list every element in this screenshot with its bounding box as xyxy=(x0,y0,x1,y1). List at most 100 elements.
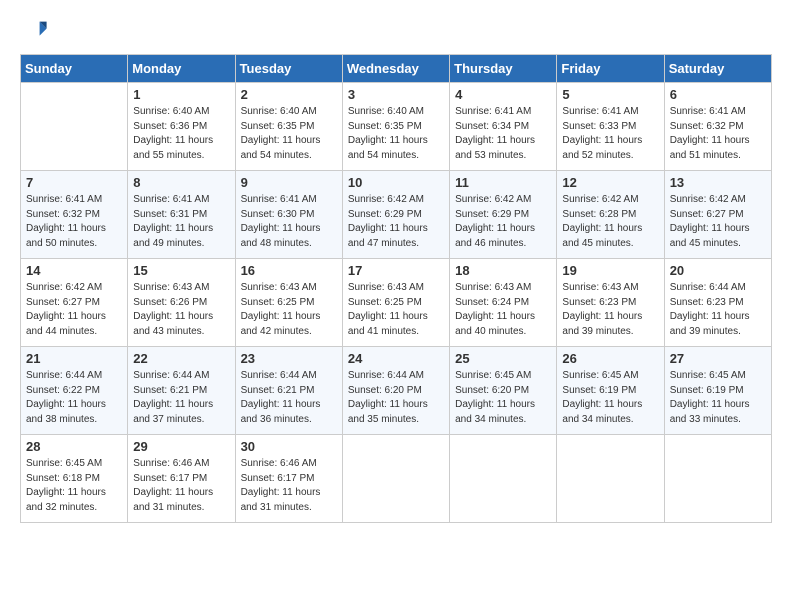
calendar-cell: 23 Sunrise: 6:44 AM Sunset: 6:21 PM Dayli… xyxy=(235,347,342,435)
day-info: Sunrise: 6:46 AM Sunset: 6:17 PM Dayligh… xyxy=(241,457,337,515)
calendar-cell: 26 Sunrise: 6:45 AM Sunset: 6:19 PM Dayli… xyxy=(557,347,664,435)
day-number: 21 xyxy=(26,351,122,366)
calendar-cell xyxy=(342,435,449,523)
calendar-cell xyxy=(450,435,557,523)
day-info: Sunrise: 6:42 AM Sunset: 6:28 PM Dayligh… xyxy=(562,193,658,251)
day-info: Sunrise: 6:44 AM Sunset: 6:20 PM Dayligh… xyxy=(348,369,444,427)
day-info: Sunrise: 6:43 AM Sunset: 6:25 PM Dayligh… xyxy=(348,281,444,339)
calendar-cell: 20Sunrise: 6:44 AM Sunset: 6:23 PM Dayli… xyxy=(664,259,771,347)
day-number: 17 xyxy=(348,263,444,278)
day-number: 23 xyxy=(241,351,337,366)
day-number: 9 xyxy=(241,175,337,190)
day-number: 2 xyxy=(241,87,337,102)
day-number: 1 xyxy=(133,87,229,102)
calendar-cell: 15 Sunrise: 6:43 AM Sunset: 6:26 PM Dayli… xyxy=(128,259,235,347)
day-info: Sunrise: 6:43 AM Sunset: 6:24 PM Dayligh… xyxy=(455,281,551,339)
week-row-3: 14Sunrise: 6:42 AM Sunset: 6:27 PM Dayli… xyxy=(21,259,772,347)
weekday-header-wednesday: Wednesday xyxy=(342,55,449,83)
day-info: Sunrise: 6:45 AM Sunset: 6:19 PM Dayligh… xyxy=(670,369,766,427)
calendar-cell xyxy=(664,435,771,523)
weekday-header-thursday: Thursday xyxy=(450,55,557,83)
weekday-header-row: SundayMondayTuesdayWednesdayThursdayFrid… xyxy=(21,55,772,83)
day-info: Sunrise: 6:42 AM Sunset: 6:27 PM Dayligh… xyxy=(26,281,122,339)
day-number: 16 xyxy=(241,263,337,278)
day-info: Sunrise: 6:41 AM Sunset: 6:32 PM Dayligh… xyxy=(26,193,122,251)
day-info: Sunrise: 6:42 AM Sunset: 6:27 PM Dayligh… xyxy=(670,193,766,251)
calendar-cell: 28 Sunrise: 6:45 AM Sunset: 6:18 PM Dayli… xyxy=(21,435,128,523)
day-number: 5 xyxy=(562,87,658,102)
calendar-cell: 8Sunrise: 6:41 AM Sunset: 6:31 PM Daylig… xyxy=(128,171,235,259)
day-number: 8 xyxy=(133,175,229,190)
calendar-table: SundayMondayTuesdayWednesdayThursdayFrid… xyxy=(20,54,772,523)
calendar-cell: 4 Sunrise: 6:41 AM Sunset: 6:34 PM Daylig… xyxy=(450,83,557,171)
day-info: Sunrise: 6:43 AM Sunset: 6:23 PM Dayligh… xyxy=(562,281,658,339)
calendar-cell: 22 Sunrise: 6:44 AM Sunset: 6:21 PM Dayli… xyxy=(128,347,235,435)
day-info: Sunrise: 6:43 AM Sunset: 6:25 PM Dayligh… xyxy=(241,281,337,339)
day-info: Sunrise: 6:46 AM Sunset: 6:17 PM Dayligh… xyxy=(133,457,229,515)
day-number: 20 xyxy=(670,263,766,278)
calendar-cell: 9 Sunrise: 6:41 AM Sunset: 6:30 PM Daylig… xyxy=(235,171,342,259)
day-number: 19 xyxy=(562,263,658,278)
day-info: Sunrise: 6:41 AM Sunset: 6:33 PM Dayligh… xyxy=(562,105,658,163)
calendar-cell: 14Sunrise: 6:42 AM Sunset: 6:27 PM Dayli… xyxy=(21,259,128,347)
day-info: Sunrise: 6:42 AM Sunset: 6:29 PM Dayligh… xyxy=(348,193,444,251)
day-info: Sunrise: 6:43 AM Sunset: 6:26 PM Dayligh… xyxy=(133,281,229,339)
day-number: 18 xyxy=(455,263,551,278)
day-info: Sunrise: 6:44 AM Sunset: 6:21 PM Dayligh… xyxy=(133,369,229,427)
week-row-2: 7 Sunrise: 6:41 AM Sunset: 6:32 PM Daylig… xyxy=(21,171,772,259)
week-row-5: 28 Sunrise: 6:45 AM Sunset: 6:18 PM Dayli… xyxy=(21,435,772,523)
day-number: 25 xyxy=(455,351,551,366)
day-number: 10 xyxy=(348,175,444,190)
weekday-header-monday: Monday xyxy=(128,55,235,83)
calendar-cell: 13 Sunrise: 6:42 AM Sunset: 6:27 PM Dayli… xyxy=(664,171,771,259)
day-info: Sunrise: 6:40 AM Sunset: 6:36 PM Dayligh… xyxy=(133,105,229,163)
day-number: 13 xyxy=(670,175,766,190)
day-info: Sunrise: 6:42 AM Sunset: 6:29 PM Dayligh… xyxy=(455,193,551,251)
calendar-cell: 17 Sunrise: 6:43 AM Sunset: 6:25 PM Dayli… xyxy=(342,259,449,347)
day-info: Sunrise: 6:45 AM Sunset: 6:18 PM Dayligh… xyxy=(26,457,122,515)
day-info: Sunrise: 6:40 AM Sunset: 6:35 PM Dayligh… xyxy=(241,105,337,163)
calendar-cell: 29 Sunrise: 6:46 AM Sunset: 6:17 PM Dayli… xyxy=(128,435,235,523)
logo-icon xyxy=(20,16,48,44)
calendar-cell: 6Sunrise: 6:41 AM Sunset: 6:32 PM Daylig… xyxy=(664,83,771,171)
day-info: Sunrise: 6:44 AM Sunset: 6:21 PM Dayligh… xyxy=(241,369,337,427)
day-number: 12 xyxy=(562,175,658,190)
day-info: Sunrise: 6:45 AM Sunset: 6:19 PM Dayligh… xyxy=(562,369,658,427)
day-number: 15 xyxy=(133,263,229,278)
day-number: 27 xyxy=(670,351,766,366)
calendar-cell: 24Sunrise: 6:44 AM Sunset: 6:20 PM Dayli… xyxy=(342,347,449,435)
calendar-cell: 1 Sunrise: 6:40 AM Sunset: 6:36 PM Daylig… xyxy=(128,83,235,171)
day-number: 28 xyxy=(26,439,122,454)
day-number: 26 xyxy=(562,351,658,366)
week-row-4: 21 Sunrise: 6:44 AM Sunset: 6:22 PM Dayli… xyxy=(21,347,772,435)
day-number: 3 xyxy=(348,87,444,102)
calendar-cell: 3 Sunrise: 6:40 AM Sunset: 6:35 PM Daylig… xyxy=(342,83,449,171)
day-number: 4 xyxy=(455,87,551,102)
calendar-cell: 12 Sunrise: 6:42 AM Sunset: 6:28 PM Dayli… xyxy=(557,171,664,259)
calendar-cell: 10 Sunrise: 6:42 AM Sunset: 6:29 PM Dayli… xyxy=(342,171,449,259)
day-number: 30 xyxy=(241,439,337,454)
day-info: Sunrise: 6:41 AM Sunset: 6:32 PM Dayligh… xyxy=(670,105,766,163)
calendar-cell: 7 Sunrise: 6:41 AM Sunset: 6:32 PM Daylig… xyxy=(21,171,128,259)
calendar-cell: 25Sunrise: 6:45 AM Sunset: 6:20 PM Dayli… xyxy=(450,347,557,435)
weekday-header-sunday: Sunday xyxy=(21,55,128,83)
weekday-header-friday: Friday xyxy=(557,55,664,83)
week-row-1: 1 Sunrise: 6:40 AM Sunset: 6:36 PM Daylig… xyxy=(21,83,772,171)
day-info: Sunrise: 6:41 AM Sunset: 6:30 PM Dayligh… xyxy=(241,193,337,251)
weekday-header-tuesday: Tuesday xyxy=(235,55,342,83)
calendar-cell: 16 Sunrise: 6:43 AM Sunset: 6:25 PM Dayli… xyxy=(235,259,342,347)
calendar-cell: 11 Sunrise: 6:42 AM Sunset: 6:29 PM Dayli… xyxy=(450,171,557,259)
day-number: 29 xyxy=(133,439,229,454)
day-number: 22 xyxy=(133,351,229,366)
calendar-cell: 5 Sunrise: 6:41 AM Sunset: 6:33 PM Daylig… xyxy=(557,83,664,171)
calendar-cell xyxy=(557,435,664,523)
calendar-cell: 18 Sunrise: 6:43 AM Sunset: 6:24 PM Dayli… xyxy=(450,259,557,347)
day-number: 11 xyxy=(455,175,551,190)
day-info: Sunrise: 6:40 AM Sunset: 6:35 PM Dayligh… xyxy=(348,105,444,163)
day-info: Sunrise: 6:44 AM Sunset: 6:22 PM Dayligh… xyxy=(26,369,122,427)
day-info: Sunrise: 6:41 AM Sunset: 6:34 PM Dayligh… xyxy=(455,105,551,163)
day-number: 7 xyxy=(26,175,122,190)
calendar-cell: 21 Sunrise: 6:44 AM Sunset: 6:22 PM Dayli… xyxy=(21,347,128,435)
calendar-cell xyxy=(21,83,128,171)
calendar-cell: 27 Sunrise: 6:45 AM Sunset: 6:19 PM Dayli… xyxy=(664,347,771,435)
